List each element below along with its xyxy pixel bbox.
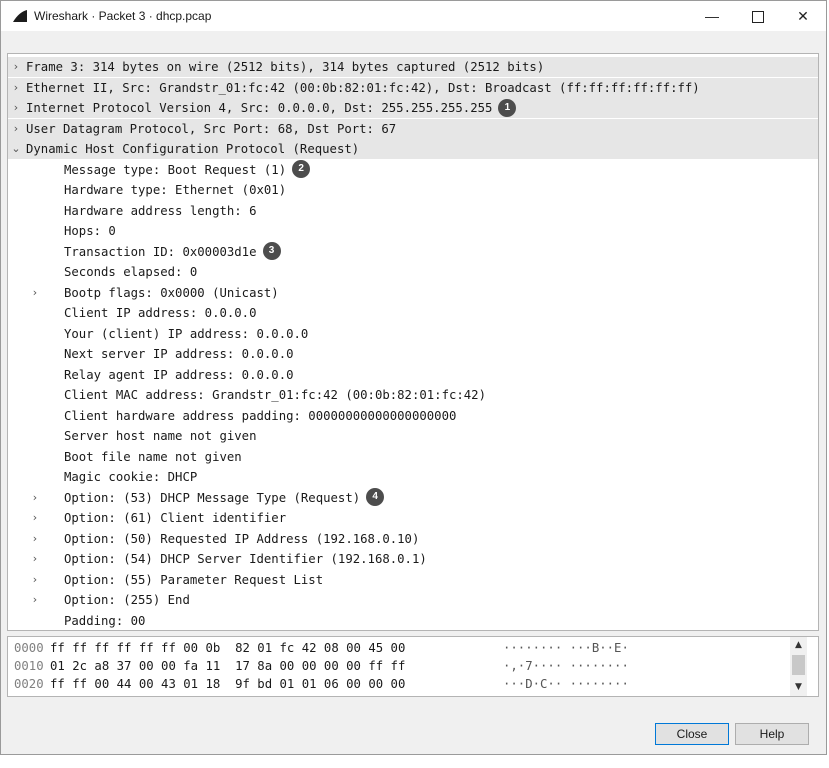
collapsed-arrow-icon[interactable]: ›	[29, 508, 41, 528]
tree-row[interactable]: ⌄ Dynamic Host Configuration Protocol (Re…	[8, 139, 818, 159]
tree-row-label: Next server IP address: 0.0.0.0	[64, 347, 294, 361]
close-button[interactable]: Close	[655, 723, 729, 745]
tree-row-label: Client hardware address padding: 0000000…	[64, 408, 457, 423]
window-title: Wireshark · Packet 3 · dhcp.pcap	[34, 9, 212, 23]
packet-bytes-pane[interactable]: 0020 ff ff 00 44 00 43 01 18 9f bd 01 01 …	[7, 636, 819, 697]
tree-row-label: User Datagram Protocol, Src Port: 68, Ds…	[26, 121, 397, 136]
tree-row-label: Option: (53) DHCP Message Type (Request)	[64, 490, 361, 505]
collapsed-arrow-icon[interactable]: ›	[29, 570, 41, 590]
hex-ascii: ···D·C·· ········	[503, 677, 629, 691]
tree-row-label: Client IP address: 0.0.0.0	[64, 306, 257, 320]
tree-row[interactable]: Client hardware address padding: 0000000…	[8, 406, 818, 426]
tree-row[interactable]: › Option: (61) Client identifier	[8, 508, 818, 528]
tree-row-label: Option: (255) End	[64, 593, 190, 607]
tree-row[interactable]: › Internet Protocol Version 4, Src: 0.0.0…	[8, 98, 818, 118]
tree-row[interactable]: › Ethernet II, Src: Grandstr_01:fc:42 (00…	[8, 77, 818, 98]
tree-row-label: Frame 3: 314 bytes on wire (2512 bits), …	[26, 60, 545, 74]
tree-row[interactable]: Boot file name not given	[8, 447, 818, 467]
collapsed-arrow-icon[interactable]: ›	[29, 529, 41, 549]
scroll-down-icon[interactable]: ▼	[790, 679, 807, 696]
tree-row[interactable]: › Frame 3: 314 bytes on wire (2512 bits),…	[8, 57, 818, 77]
hex-bytes: ff ff 00 44 00 43 01 18 9f bd 01 01 06 0…	[50, 677, 406, 691]
tree-row[interactable]: Hops: 0	[8, 221, 818, 241]
tree-row[interactable]: Hardware address length: 6	[8, 201, 818, 221]
tree-row[interactable]: Next server IP address: 0.0.0.0	[8, 344, 818, 364]
collapsed-arrow-icon[interactable]: ›	[29, 488, 41, 508]
hex-offset: 0020	[14, 677, 44, 691]
hex-ascii: ·,·7···· ········	[503, 659, 629, 673]
tree-row-label: Hardware type: Ethernet (0x01)	[64, 183, 287, 197]
packet-dialog: Wireshark · Packet 3 · dhcp.pcap — ✕ › Fr…	[0, 0, 827, 755]
tree-row[interactable]: › Option: (50) Requested IP Address (192.…	[8, 529, 818, 549]
maximize-button[interactable]	[735, 1, 781, 31]
tree-row-label: Dynamic Host Configuration Protocol (Req…	[26, 142, 360, 156]
tree-row[interactable]: Your (client) IP address: 0.0.0.0	[8, 324, 818, 344]
tree-row[interactable]: Hardware type: Ethernet (0x01)	[8, 180, 818, 200]
hex-ascii: ········ ···B··E·	[503, 641, 629, 655]
collapsed-arrow-icon[interactable]: ›	[10, 98, 22, 118]
collapsed-arrow-icon[interactable]: ›	[10, 119, 22, 139]
tree-row-label: Transaction ID: 0x00003d1e	[64, 244, 257, 259]
callout-badge: 2	[292, 160, 311, 178]
tree-row-label: Option: (54) DHCP Server Identifier (192…	[64, 552, 427, 566]
wireshark-fin-icon	[13, 10, 27, 22]
callout-badge: 4	[366, 488, 385, 506]
tree-row-label: Padding: 00	[64, 613, 146, 628]
tree-row-label: Your (client) IP address: 0.0.0.0	[64, 326, 309, 341]
expanded-arrow-icon[interactable]: ⌄	[10, 139, 22, 159]
hex-offset: 0010	[14, 659, 44, 673]
tree-row-label: Ethernet II, Src: Grandstr_01:fc:42 (00:…	[26, 80, 700, 95]
collapsed-arrow-icon[interactable]: ›	[29, 549, 41, 569]
tree-row-label: Option: (50) Requested IP Address (192.1…	[64, 531, 420, 546]
hex-bytes: ff ff ff ff ff ff 00 0b 82 01 fc 42 08 0…	[50, 641, 406, 655]
tree-row-label: Boot file name not given	[64, 449, 242, 464]
tree-row[interactable]: › Option: (55) Parameter Request List	[8, 570, 818, 590]
tree-row[interactable]: Padding: 00	[8, 611, 818, 631]
tree-row-label: Option: (61) Client identifier	[64, 511, 287, 525]
callout-badge: 3	[262, 242, 281, 260]
collapsed-arrow-icon[interactable]: ›	[10, 78, 22, 98]
tree-row[interactable]: Magic cookie: DHCP	[8, 467, 818, 487]
tree-row-label: Option: (55) Parameter Request List	[64, 572, 324, 587]
tree-row[interactable]: Message type: Boot Request (1) 2	[8, 160, 818, 180]
scroll-thumb[interactable]	[792, 655, 805, 675]
tree-row[interactable]: › Option: (53) DHCP Message Type (Request…	[8, 488, 818, 508]
hex-bytes: 01 2c a8 37 00 00 fa 11 17 8a 00 00 00 0…	[50, 659, 406, 673]
scroll-up-icon[interactable]: ▲	[790, 637, 807, 654]
tree-row-label: Seconds elapsed: 0	[64, 265, 198, 279]
tree-row-label: Hops: 0	[64, 224, 116, 238]
minimize-icon: —	[705, 8, 719, 24]
close-window-button[interactable]: ✕	[780, 1, 826, 31]
tree-row-label: Client MAC address: Grandstr_01:fc:42 (0…	[64, 388, 486, 402]
collapsed-arrow-icon[interactable]: ›	[10, 57, 22, 77]
maximize-icon	[752, 11, 764, 24]
close-icon: ✕	[797, 8, 809, 24]
tree-row-label: Magic cookie: DHCP	[64, 470, 198, 484]
tree-row-label: Bootp flags: 0x0000 (Unicast)	[64, 285, 279, 300]
tree-row[interactable]: › Option: (255) End	[8, 590, 818, 610]
tree-row[interactable]: › User Datagram Protocol, Src Port: 68, D…	[8, 118, 818, 139]
collapsed-arrow-icon[interactable]: ›	[29, 283, 41, 303]
tree-row[interactable]: › Bootp flags: 0x0000 (Unicast)	[8, 283, 818, 303]
packet-details-tree[interactable]: › Frame 3: 314 bytes on wire (2512 bits),…	[7, 53, 819, 631]
bytes-scrollbar[interactable]: ▲ ▼	[790, 637, 807, 696]
tree-row[interactable]: Client IP address: 0.0.0.0	[8, 303, 818, 323]
callout-badge: 1	[498, 98, 517, 117]
tree-row[interactable]: Client MAC address: Grandstr_01:fc:42 (0…	[8, 385, 818, 405]
title-bar: Wireshark · Packet 3 · dhcp.pcap — ✕	[1, 1, 826, 31]
tree-row-label: Relay agent IP address: 0.0.0.0	[64, 367, 294, 382]
tree-row-label: Internet Protocol Version 4, Src: 0.0.0.…	[26, 101, 493, 115]
tree-row[interactable]: Seconds elapsed: 0	[8, 262, 818, 282]
hex-offset: 0000	[14, 641, 44, 655]
tree-row[interactable]: Server host name not given	[8, 426, 818, 446]
tree-row-label: Server host name not given	[64, 429, 257, 443]
help-button[interactable]: Help	[735, 723, 809, 745]
tree-row[interactable]: Transaction ID: 0x00003d1e 3	[8, 242, 818, 262]
tree-row-label: Hardware address length: 6	[64, 203, 257, 218]
collapsed-arrow-icon[interactable]: ›	[29, 590, 41, 610]
minimize-button[interactable]: —	[689, 1, 735, 31]
tree-row[interactable]: › Option: (54) DHCP Server Identifier (19…	[8, 549, 818, 569]
tree-row-label: Message type: Boot Request (1)	[64, 162, 287, 177]
tree-row[interactable]: Relay agent IP address: 0.0.0.0	[8, 365, 818, 385]
